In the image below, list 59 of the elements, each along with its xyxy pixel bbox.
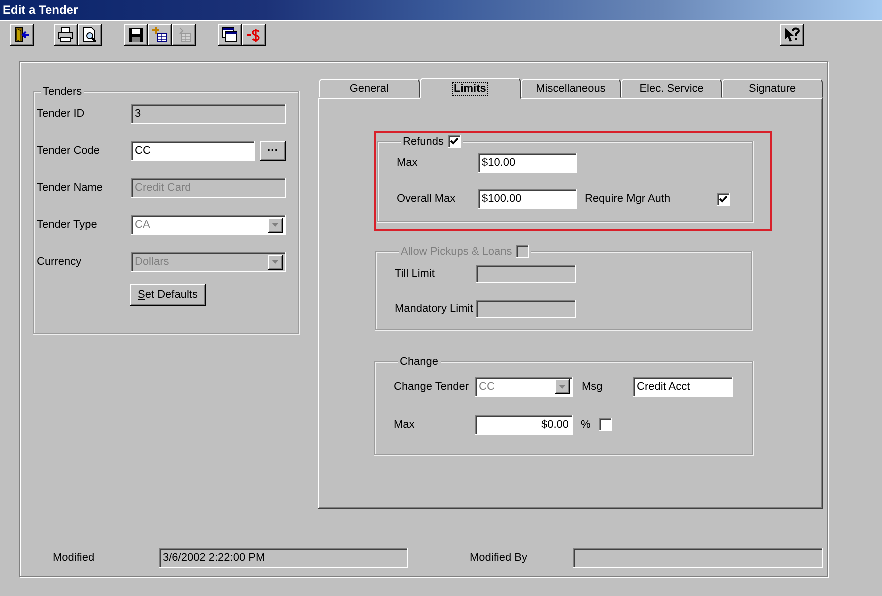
percent-label: %	[581, 418, 591, 430]
group-title: Tenders	[43, 86, 82, 98]
tab[interactable]: Miscellaneous	[520, 79, 622, 98]
field-label: Till Limit	[395, 268, 436, 280]
field-label: Modified By	[470, 552, 528, 564]
checkbox[interactable]	[448, 135, 461, 148]
tab[interactable]: Signature	[722, 79, 823, 98]
group-title: Allow Pickups & Loans	[401, 246, 512, 258]
toolbar-button[interactable]	[148, 24, 172, 46]
input-field[interactable]: 3/6/2002 2:22:00 PM	[159, 548, 408, 568]
window-title: Edit a Tender	[3, 3, 78, 17]
toolbar-button[interactable]	[242, 24, 266, 46]
window-stack-icon	[222, 26, 238, 42]
input-field[interactable]: $100.00	[478, 189, 577, 209]
input-field[interactable]	[476, 265, 576, 283]
checkbox[interactable]	[717, 192, 730, 206]
field-label: Mandatory Limit	[395, 303, 474, 315]
field-label: Overall Max	[397, 193, 457, 205]
input-field[interactable]: 3	[131, 104, 286, 124]
field-label: Msg	[581, 380, 604, 392]
input-field[interactable]	[476, 300, 576, 318]
input-field[interactable]: CC	[131, 141, 255, 161]
exit-door-icon	[14, 26, 30, 42]
field-label: Currency	[37, 256, 83, 268]
checkbox[interactable]	[598, 418, 612, 431]
field-label: Change Tender	[394, 380, 470, 392]
help-pointer-icon	[784, 26, 800, 42]
dropdown-arrow-icon	[559, 384, 566, 388]
checkbox-label: Require Mgr Auth	[584, 193, 672, 205]
toolbar-button[interactable]	[10, 24, 34, 46]
toolbar-button[interactable]	[54, 24, 78, 46]
dollar-sign-icon	[246, 26, 262, 42]
field-label: Max	[397, 157, 419, 169]
toolbar-button[interactable]	[78, 24, 102, 46]
tab[interactable]: General	[319, 79, 420, 98]
field-label: Tender Code	[37, 145, 101, 157]
print-preview-icon	[82, 26, 98, 42]
dropdown-arrow-icon	[272, 260, 279, 264]
toolbar-button[interactable]	[124, 24, 148, 46]
group-title: Change	[400, 356, 439, 368]
tab[interactable]: Limits	[420, 78, 521, 99]
toolbar-button[interactable]	[218, 24, 242, 46]
input-field[interactable]: $0.00	[475, 414, 573, 434]
field-label: Tender Type	[37, 219, 98, 231]
field-label: Tender Name	[37, 182, 104, 194]
printer-icon	[58, 26, 74, 42]
input-field[interactable]	[573, 548, 823, 568]
toolbar-button[interactable]	[780, 24, 804, 46]
input-field[interactable]: Credit Acct	[633, 376, 733, 396]
field-label: Tender ID	[37, 108, 86, 120]
input-field[interactable]: $10.00	[478, 153, 577, 173]
set-defaults-button[interactable]: Set Defaults	[130, 284, 206, 306]
add-grid-icon	[152, 26, 168, 42]
tab[interactable]: Elec. Service	[621, 79, 722, 98]
field-label: Max	[394, 418, 416, 430]
browse-button[interactable]: ···	[260, 141, 286, 161]
dropdown-arrow-icon	[272, 223, 279, 227]
field-label: Modified	[53, 552, 96, 564]
group-title: Refunds	[403, 136, 444, 148]
